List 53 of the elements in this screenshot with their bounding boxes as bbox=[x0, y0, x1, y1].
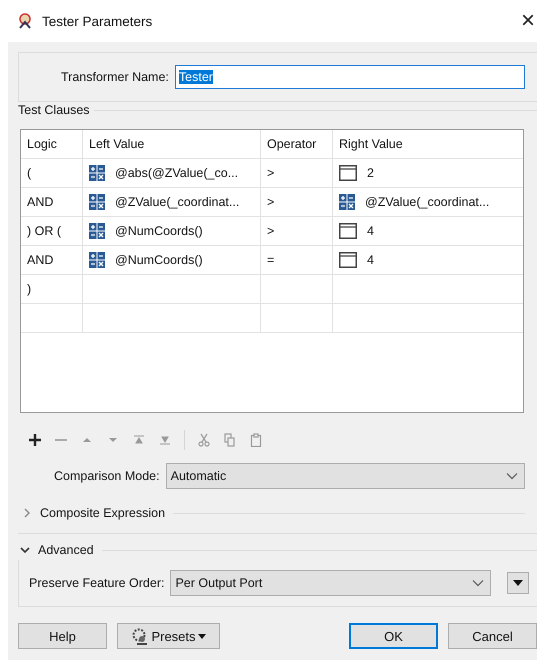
presets-button[interactable]: Presets bbox=[117, 623, 220, 649]
table-cell: ) bbox=[27, 282, 32, 296]
table-cell: > bbox=[267, 224, 274, 238]
triangle-down-icon bbox=[513, 580, 523, 586]
ok-button[interactable]: OK bbox=[349, 623, 438, 649]
column-header: Operator bbox=[261, 130, 333, 158]
table-cell: 4 bbox=[367, 224, 374, 238]
chevron-down-icon bbox=[472, 579, 484, 587]
section-title: Composite Expression bbox=[40, 506, 166, 520]
column-header: Logic bbox=[21, 130, 83, 158]
text-box-icon bbox=[339, 165, 357, 181]
table-cell: 4 bbox=[367, 253, 374, 267]
chevron-down-icon bbox=[506, 472, 518, 480]
table-cell: = bbox=[267, 253, 274, 267]
feature-order-dropdown[interactable]: Per Output Port bbox=[170, 570, 491, 596]
section-title: Advanced bbox=[38, 543, 94, 557]
table-cell: > bbox=[267, 166, 274, 180]
gear-icon bbox=[131, 627, 150, 645]
calculator-icon bbox=[339, 194, 355, 210]
table-cell: ) OR ( bbox=[27, 224, 62, 238]
close-button[interactable]: × bbox=[520, 9, 535, 33]
field-label: Transformer Name: bbox=[61, 70, 169, 84]
menu-button[interactable] bbox=[507, 572, 529, 594]
window-title: Tester Parameters bbox=[42, 14, 154, 28]
triangle-down-icon bbox=[198, 634, 206, 638]
comparison-mode-dropdown[interactable]: Automatic bbox=[166, 463, 525, 489]
table-cell: 2 bbox=[367, 166, 374, 180]
table-cell: AND bbox=[27, 195, 54, 209]
group-title: Test Clauses bbox=[18, 103, 94, 117]
calculator-icon bbox=[89, 165, 105, 181]
transformer-name-field[interactable]: Tester bbox=[174, 65, 525, 89]
column-header: Right Value bbox=[338, 136, 404, 153]
help-button[interactable]: Help bbox=[18, 623, 107, 649]
table-cell: ( bbox=[27, 166, 32, 180]
calculator-icon bbox=[89, 223, 105, 239]
text-box-icon bbox=[339, 223, 357, 239]
table-cell: AND bbox=[27, 253, 54, 267]
chevron-down-icon[interactable] bbox=[20, 545, 30, 555]
table-cell: @abs(@ZValue(_co... bbox=[115, 166, 238, 180]
column-header: Left Value bbox=[83, 130, 261, 158]
chevron-right-icon[interactable] bbox=[22, 508, 32, 518]
field-label: Comparison Mode: bbox=[54, 469, 160, 483]
table-cell: > bbox=[267, 195, 274, 209]
table-cell: @NumCoords() bbox=[115, 253, 203, 267]
table-cell: @ZValue(_coordinat... bbox=[365, 195, 490, 209]
table-cell: @ZValue(_coordinat... bbox=[115, 195, 240, 209]
calculator-icon bbox=[89, 252, 105, 268]
add-icon[interactable] bbox=[28, 433, 42, 447]
calculator-icon bbox=[89, 194, 105, 210]
cancel-button[interactable]: Cancel bbox=[448, 623, 537, 649]
table-cell: @NumCoords() bbox=[115, 224, 203, 238]
field-label: Preserve Feature Order: bbox=[29, 576, 164, 590]
text-box-icon bbox=[339, 252, 357, 268]
